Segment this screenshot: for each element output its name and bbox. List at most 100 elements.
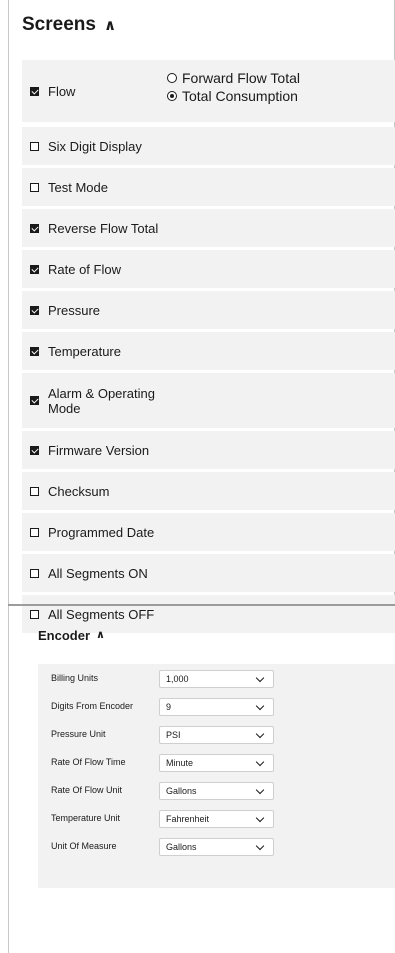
digits-from-encoder-select[interactable]: 9 [159, 698, 274, 716]
checkbox[interactable] [30, 486, 39, 496]
screen-row-programmed-date: Programmed Date [22, 513, 395, 551]
radio-button[interactable] [167, 73, 177, 83]
screen-row-reverse-flow-total: Reverse Flow Total [22, 209, 395, 247]
checkbox[interactable] [30, 609, 39, 619]
checkbox-label: Rate of Flow [48, 261, 121, 277]
rate-of-flow-time-select[interactable]: Minute [159, 754, 274, 772]
checkbox-item[interactable]: Checksum [22, 484, 109, 499]
encoder-row-spacer [38, 860, 395, 888]
encoder-header[interactable]: Encoder ∧ [38, 628, 105, 643]
checkbox[interactable] [30, 527, 39, 537]
checkbox-label: Programmed Date [48, 524, 155, 540]
screen-row-firmware-version: Firmware Version [22, 431, 395, 469]
screen-row-flow: Flow Forward Flow Total Total Consumptio… [22, 60, 395, 122]
encoder-row-unit-of-measure: Unit Of Measure Gallons [38, 832, 395, 860]
encoder-row-digits-from-encoder: Digits From Encoder 9 [38, 692, 395, 720]
checkbox-label: All Segments ON [48, 565, 148, 581]
screens-title: Screens [22, 14, 96, 35]
rate-of-flow-unit-select[interactable]: Gallons [159, 782, 274, 800]
chevron-down-icon [255, 757, 265, 767]
unit-of-measure-select[interactable]: Gallons [159, 838, 274, 856]
screen-row-all-segments-on: All Segments ON [22, 554, 395, 592]
screen-row-six-digit-display: Six Digit Display [22, 127, 395, 165]
encoder-title: Encoder [38, 628, 91, 643]
field-label: Billing Units [51, 673, 99, 683]
checkbox-label: Pressure [48, 302, 101, 318]
encoder-row-pressure-unit: Pressure Unit PSI [38, 720, 395, 748]
radio-forward-flow-total[interactable]: Forward Flow Total [167, 70, 300, 86]
checkbox-item[interactable]: Test Mode [22, 180, 108, 195]
checkbox-item[interactable]: Alarm & Operating Mode [22, 386, 158, 416]
checkbox-item[interactable]: Rate of Flow [22, 262, 121, 277]
chevron-down-icon [255, 701, 265, 711]
flow-radio-group: Forward Flow Total Total Consumption [167, 70, 300, 104]
field-label: Pressure Unit [51, 729, 106, 739]
panel-border-left [8, 0, 9, 953]
screen-row-temperature: Temperature [22, 332, 395, 370]
screen-row-pressure: Pressure [22, 291, 395, 329]
select-value: 1,000 [166, 674, 189, 684]
encoder-row-temperature-unit: Temperature Unit Fahrenheit [38, 804, 395, 832]
field-label: Unit Of Measure [51, 841, 117, 851]
screen-row-rate-of-flow: Rate of Flow [22, 250, 395, 288]
checkbox[interactable] [30, 305, 39, 315]
checkbox-item[interactable]: Pressure [22, 303, 100, 318]
section-divider [8, 604, 395, 606]
chevron-down-icon [255, 813, 265, 823]
encoder-row-rate-of-flow-time: Rate Of Flow Time Minute [38, 748, 395, 776]
pressure-unit-select[interactable]: PSI [159, 726, 274, 744]
select-value: Gallons [166, 786, 197, 796]
select-value: Gallons [166, 842, 197, 852]
encoder-settings-list: Billing Units 1,000 Digits From Encoder … [38, 664, 395, 888]
field-label: Temperature Unit [51, 813, 121, 823]
field-label: Rate Of Flow Time [51, 757, 126, 767]
checkbox-label: Reverse Flow Total [48, 220, 159, 236]
checkbox[interactable] [30, 264, 39, 274]
checkbox-item[interactable]: All Segments OFF [22, 607, 154, 622]
chevron-up-icon[interactable]: ∧ [104, 18, 116, 33]
checkbox-item[interactable]: Programmed Date [22, 525, 154, 540]
checkbox-item[interactable]: Firmware Version [22, 443, 149, 458]
screens-list: Flow Forward Flow Total Total Consumptio… [22, 60, 395, 636]
screens-header[interactable]: Screens ∧ [22, 14, 116, 36]
radio-button[interactable] [167, 91, 177, 101]
checkbox-label: Alarm & Operating Mode [48, 385, 155, 416]
checkbox[interactable] [30, 346, 39, 356]
checkbox-item[interactable]: Six Digit Display [22, 139, 142, 154]
radio-total-consumption[interactable]: Total Consumption [167, 88, 300, 104]
checkbox-label: Firmware Version [48, 442, 150, 458]
encoder-row-billing-units: Billing Units 1,000 [38, 664, 395, 692]
screen-row-test-mode: Test Mode [22, 168, 395, 206]
chevron-down-icon [255, 729, 265, 739]
chevron-down-icon [255, 841, 265, 851]
field-label: Digits From Encoder [51, 701, 134, 711]
radio-label: Forward Flow Total [182, 70, 301, 86]
chevron-up-icon[interactable]: ∧ [96, 630, 105, 641]
checkbox-item[interactable]: Reverse Flow Total [22, 221, 158, 236]
checkbox[interactable] [30, 141, 39, 151]
chevron-down-icon [255, 785, 265, 795]
temperature-unit-select[interactable]: Fahrenheit [159, 810, 274, 828]
select-value: Fahrenheit [166, 814, 210, 824]
encoder-row-rate-of-flow-unit: Rate Of Flow Unit Gallons [38, 776, 395, 804]
checkbox[interactable] [30, 396, 39, 405]
billing-units-select[interactable]: 1,000 [159, 670, 274, 688]
select-value: Minute [166, 758, 194, 768]
flow-checkbox-label[interactable]: Flow [22, 84, 75, 99]
chevron-down-icon [255, 673, 265, 683]
radio-label: Total Consumption [182, 88, 298, 104]
checkbox[interactable] [30, 182, 39, 192]
select-value: 9 [166, 702, 172, 712]
field-label: Rate Of Flow Unit [51, 785, 123, 795]
checkbox-label: Checksum [48, 483, 110, 499]
checkbox[interactable] [30, 445, 39, 455]
checkbox-label: All Segments OFF [48, 606, 155, 622]
checkbox[interactable] [30, 223, 39, 233]
flow-checkbox[interactable] [30, 86, 39, 96]
select-value: PSI [166, 730, 181, 740]
screen-row-checksum: Checksum [22, 472, 395, 510]
checkbox-item[interactable]: All Segments ON [22, 566, 148, 581]
checkbox-item[interactable]: Temperature [22, 344, 121, 359]
checkbox[interactable] [30, 568, 39, 578]
checkbox-label: Flow [48, 83, 76, 99]
